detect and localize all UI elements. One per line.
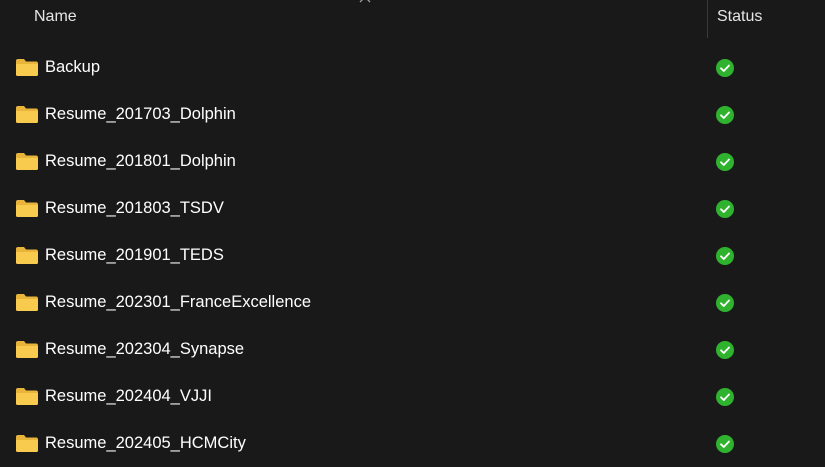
synced-check-icon (716, 294, 734, 312)
column-header-status-label: Status (717, 8, 763, 25)
file-name: Resume_201703_Dolphin (45, 105, 236, 123)
file-name: Resume_202404_VJJI (45, 387, 212, 405)
synced-check-icon (716, 341, 734, 359)
file-rows: Backup Resume_201703_Dolphin Resume_2018… (0, 45, 825, 467)
list-item[interactable]: Resume_202304_Synapse (0, 327, 825, 374)
folder-icon (16, 59, 38, 76)
list-item[interactable]: Resume_201703_Dolphin (0, 92, 825, 139)
file-name: Resume_201901_TEDS (45, 246, 224, 264)
file-name: Resume_201803_TSDV (45, 199, 224, 217)
folder-icon (16, 388, 38, 405)
file-name: Resume_202304_Synapse (45, 340, 245, 358)
synced-check-icon (716, 106, 734, 124)
folder-icon (16, 294, 38, 311)
list-item[interactable]: Resume_202405_HCMCity (0, 421, 825, 467)
folder-icon (16, 435, 38, 452)
list-item[interactable]: Resume_201801_Dolphin (0, 139, 825, 186)
column-header-status[interactable]: Status (708, 0, 825, 38)
synced-check-icon (716, 59, 734, 77)
folder-icon (16, 200, 38, 217)
list-item[interactable]: Backup (0, 45, 825, 92)
synced-check-icon (716, 388, 734, 406)
file-list-view: Name Status Backup Resume_201703_Dolphin… (0, 0, 825, 467)
synced-check-icon (716, 200, 734, 218)
synced-check-icon (716, 435, 734, 453)
file-name: Resume_202405_HCMCity (45, 434, 246, 452)
folder-icon (16, 247, 38, 264)
folder-icon (16, 341, 38, 358)
chevron-up-icon (359, 0, 371, 3)
column-header-name-label: Name (34, 8, 77, 25)
list-item[interactable]: Resume_202404_VJJI (0, 374, 825, 421)
folder-icon (16, 106, 38, 123)
synced-check-icon (716, 247, 734, 265)
list-item[interactable]: Resume_202301_FranceExcellence (0, 280, 825, 327)
file-name: Resume_201801_Dolphin (45, 152, 236, 170)
list-item[interactable]: Resume_201901_TEDS (0, 233, 825, 280)
file-name: Backup (45, 58, 101, 76)
column-header-name[interactable]: Name (0, 0, 707, 38)
folder-icon (16, 153, 38, 170)
synced-check-icon (716, 153, 734, 171)
column-header-bar: Name Status (0, 0, 825, 38)
file-name: Resume_202301_FranceExcellence (45, 293, 311, 311)
list-item[interactable]: Resume_201803_TSDV (0, 186, 825, 233)
